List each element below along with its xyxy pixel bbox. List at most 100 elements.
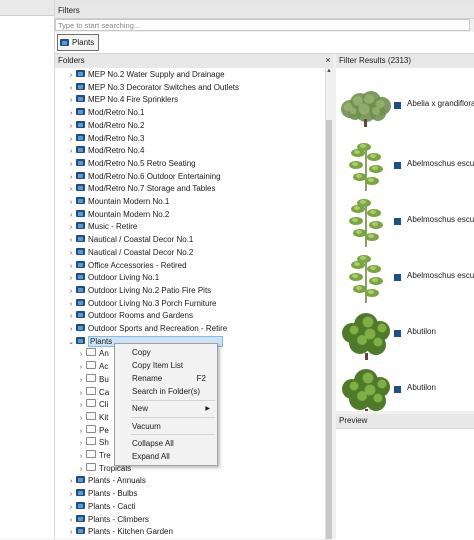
plant-item-icon: [394, 386, 401, 393]
folder-icon: [60, 39, 69, 46]
tree-folder[interactable]: › Mountain Modern No.2: [66, 209, 169, 222]
plant-item-icon: [394, 274, 401, 281]
scroll-thumb[interactable]: [326, 120, 332, 539]
result-item[interactable]: Abelmoschus esculentus: [336, 139, 474, 195]
result-item[interactable]: Abutilon: [336, 307, 474, 363]
folder-icon: [76, 158, 85, 166]
plant-item-icon: [394, 218, 401, 225]
tree-folder[interactable]: › Plants - Annuals: [66, 475, 146, 488]
tree-folder[interactable]: › Nautical / Coastal Decor No.2: [66, 247, 193, 260]
tree-folder-label: MEP No.3 Decorator Switches and Outlets: [88, 82, 240, 92]
folder-icon: [76, 273, 85, 281]
tree-subfolder[interactable]: › Cli: [76, 399, 108, 412]
folder-icon: [86, 386, 96, 395]
result-item[interactable]: Abelia x grandiflora: [336, 79, 474, 135]
folder-icon: [76, 235, 85, 243]
tree-folder[interactable]: › MEP No.3 Decorator Switches and Outlets: [66, 82, 239, 95]
folder-icon: [76, 514, 85, 522]
tree-folder-label: Outdoor Rooms and Gardens: [88, 311, 193, 321]
result-item-name: Abelmoschus esculentus: [407, 159, 474, 168]
tree-folder-label: Music - Retire: [88, 222, 138, 232]
tree-subfolder[interactable]: › Tre: [76, 450, 111, 463]
tree-folder[interactable]: › Outdoor Living No.1: [66, 272, 159, 285]
result-item[interactable]: Abelmoschus esculentus: [336, 251, 474, 307]
menu-item-new[interactable]: New ▶: [115, 403, 217, 415]
folder-icon: [76, 260, 85, 268]
folder-icon: [86, 424, 96, 433]
preview-header: Preview: [336, 414, 474, 429]
tree-folder[interactable]: › Mountain Modern No.1: [66, 196, 169, 209]
tree-folder[interactable]: › Mod/Retro No.1: [66, 107, 144, 120]
tree-subfolder[interactable]: › Ac: [76, 361, 108, 374]
plant-thumbnail: [341, 91, 391, 127]
results-list: Abelia x grandiflora Abelmoschus esculent…: [336, 68, 474, 411]
tree-folder[interactable]: › Music - Retire: [66, 221, 137, 234]
tree-folder-label: Ca: [99, 387, 110, 397]
tree-folder[interactable]: › Mod/Retro No.5 Retro Seating: [66, 158, 196, 171]
result-item-name: Abelia x grandiflora: [407, 99, 474, 108]
tree-folder[interactable]: › Mod/Retro No.3: [66, 133, 144, 146]
folder-icon: [86, 348, 96, 357]
folder-icon: [76, 501, 85, 509]
tree-folder-label: Mod/Retro No.1: [88, 108, 145, 118]
tree-folder[interactable]: › Plants - Climbers: [66, 514, 149, 527]
tree-folder-label: Plants - Bulbs: [88, 489, 138, 499]
menu-item-label: New: [132, 404, 149, 413]
tree-subfolder[interactable]: › Ca: [76, 386, 110, 400]
tree-subfolder[interactable]: › Sh: [76, 437, 109, 450]
tree-folder-label: Plants - Climbers: [88, 514, 149, 524]
folder-icon: [86, 411, 96, 420]
tree-subfolder[interactable]: › An: [76, 348, 109, 361]
result-item[interactable]: Abutilon: [336, 363, 474, 411]
folder-icon: [76, 108, 85, 116]
folder-tree: › MEP No.2 Water Supply and Drainage › MEP …: [55, 68, 325, 539]
tree-folder[interactable]: › Mod/Retro No.4: [66, 145, 144, 158]
tree-subfolder[interactable]: › Kit: [76, 411, 108, 425]
menu-item-collapse-all[interactable]: Collapse All: [115, 438, 217, 450]
folders-header: Folders: [55, 54, 335, 69]
close-icon[interactable]: ×: [324, 55, 332, 65]
tree-subfolder[interactable]: › Bu: [76, 373, 109, 387]
tree-folder-label: MEP No.2 Water Supply and Drainage: [88, 70, 225, 79]
folder-icon: [86, 437, 96, 446]
tree-folder-label: Ac: [99, 362, 109, 372]
filter-chip-plants[interactable]: Plants: [57, 34, 100, 51]
menu-item-vacuum[interactable]: Vacuum: [115, 421, 217, 433]
tree-folder[interactable]: › Plants - Kitchen Garden: [66, 526, 173, 539]
tree-subfolder[interactable]: › Pe: [76, 424, 109, 438]
tree-folder[interactable]: › Plants - Cacti: [66, 501, 136, 514]
chevron-down-icon[interactable]: ⌄: [66, 337, 76, 350]
result-item[interactable]: Abelmoschus esculentus: [336, 195, 474, 251]
menu-item-label: Expand All: [132, 452, 170, 461]
folder-icon: [76, 311, 85, 319]
menu-separator: [131, 417, 215, 418]
tree-folder[interactable]: › Nautical / Coastal Decor No.1: [66, 234, 193, 247]
tree-folder-label: Mountain Modern No.1: [88, 197, 170, 206]
tree-folder[interactable]: › Outdoor Living No.3 Porch Furniture: [66, 298, 217, 311]
tree-folder-label: Outdoor Living No.2 Patio Fire Pits: [88, 285, 212, 295]
menu-item-search-in-folder-s[interactable]: Search in Folder(s): [115, 386, 217, 398]
scroll-up-icon[interactable]: ▲: [325, 68, 333, 77]
filters-header: Filters: [55, 4, 474, 19]
menu-item-copy[interactable]: Copy: [115, 347, 217, 359]
tree-folder-label: Mod/Retro No.7 Storage and Tables: [88, 184, 216, 194]
tree-folder[interactable]: › Plants - Bulbs: [66, 488, 137, 501]
tree-folder-label: Mod/Retro No.3: [88, 133, 145, 143]
menu-item-copy-item-list[interactable]: Copy Item List: [115, 360, 217, 372]
tree-folder[interactable]: › MEP No.2 Water Supply and Drainage: [66, 69, 225, 82]
chevron-right-icon[interactable]: ›: [66, 527, 76, 539]
plant-thumbnail: [342, 369, 390, 411]
tree-folder[interactable]: › Mod/Retro No.7 Storage and Tables: [66, 183, 215, 196]
tree-folder[interactable]: › Outdoor Rooms and Gardens: [66, 310, 193, 323]
plant-item-icon: [394, 102, 401, 109]
tree-folder[interactable]: › MEP No.4 Fire Sprinklers: [66, 94, 178, 107]
folder-icon: [86, 361, 96, 370]
tree-folder[interactable]: › Mod/Retro No.2: [66, 120, 144, 133]
menu-item-expand-all[interactable]: Expand All: [115, 451, 217, 463]
search-input[interactable]: [55, 19, 470, 31]
menu-item-rename[interactable]: Rename F2: [115, 373, 217, 385]
tree-folder[interactable]: › Outdoor Living No.2 Patio Fire Pits: [66, 285, 211, 298]
tree-folder[interactable]: › Office Accessories - Retired: [66, 260, 187, 273]
tree-folder[interactable]: › Mod/Retro No.6 Outdoor Entertaining: [66, 171, 221, 184]
tree-folder[interactable]: › Outdoor Sports and Recreation - Retire: [66, 323, 227, 336]
